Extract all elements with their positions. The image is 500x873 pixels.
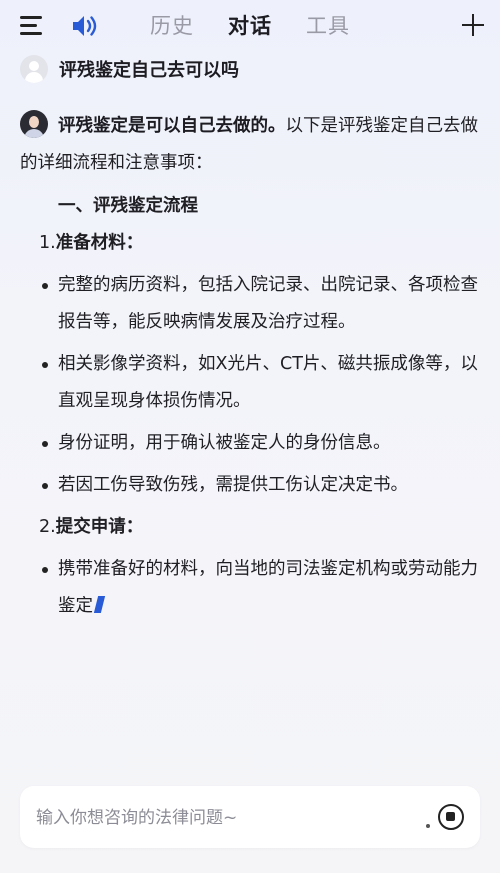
stop-generation-button[interactable]: [438, 804, 464, 830]
dot-icon: [426, 824, 430, 828]
list-item: 若因工伤导致伤残，需提供工伤认定决定书。: [20, 467, 480, 504]
answer-intro-bold: 评残鉴定是可以自己去做的。: [58, 116, 286, 136]
assistant-answer: 评残鉴定是可以自己去做的。以下是评残鉴定自己去做的详细流程和注意事项： 一、评残…: [20, 108, 480, 630]
chat-input-bar: [20, 786, 480, 850]
new-chat-plus-icon[interactable]: [462, 14, 484, 36]
list-item: 携带准备好的材料，向当地的司法鉴定机构或劳动能力鉴定: [20, 551, 480, 625]
list-item: 相关影像学资料，如X光片、CT片、磁共振成像等，以直观呈现身体损伤情况。: [20, 346, 480, 420]
menu-icon[interactable]: [20, 15, 44, 37]
bot-avatar-icon: [20, 110, 48, 138]
step-number: 2.: [39, 517, 56, 537]
tab-chat[interactable]: 对话: [228, 10, 272, 42]
step-number: 1.: [39, 233, 56, 253]
step-label: 准备材料：: [55, 233, 144, 253]
list-item: 身份证明，用于确认被鉴定人的身份信息。: [20, 425, 480, 462]
user-avatar-icon: [20, 55, 48, 83]
step-heading: 2.提交申请：: [39, 509, 480, 546]
streaming-text: 携带准备好的材料，向当地的司法鉴定机构或劳动能力鉴定: [58, 559, 478, 616]
answer-intro: 评残鉴定是可以自己去做的。以下是评残鉴定自己去做的详细流程和注意事项：: [20, 108, 480, 182]
typing-cursor-icon: [93, 596, 106, 613]
step-heading: 1.准备材料：: [39, 225, 480, 262]
tab-history[interactable]: 历史: [150, 10, 194, 42]
tab-tools[interactable]: 工具: [306, 10, 350, 42]
list-item: 完整的病历资料，包括入院记录、出院记录、各项检查报告等，能反映病情发展及治疗过程…: [20, 267, 480, 341]
step-label: 提交申请：: [55, 517, 144, 537]
user-question: 评残鉴定自己去可以吗: [20, 54, 239, 84]
tab-bar: 历史 对话 工具: [150, 10, 350, 42]
section-title: 一、评残鉴定流程: [58, 196, 198, 216]
top-bar: 历史 对话 工具: [0, 0, 500, 52]
question-text: 评残鉴定自己去可以吗: [59, 60, 239, 81]
question-input[interactable]: [34, 786, 418, 850]
speaker-icon[interactable]: [70, 13, 98, 39]
